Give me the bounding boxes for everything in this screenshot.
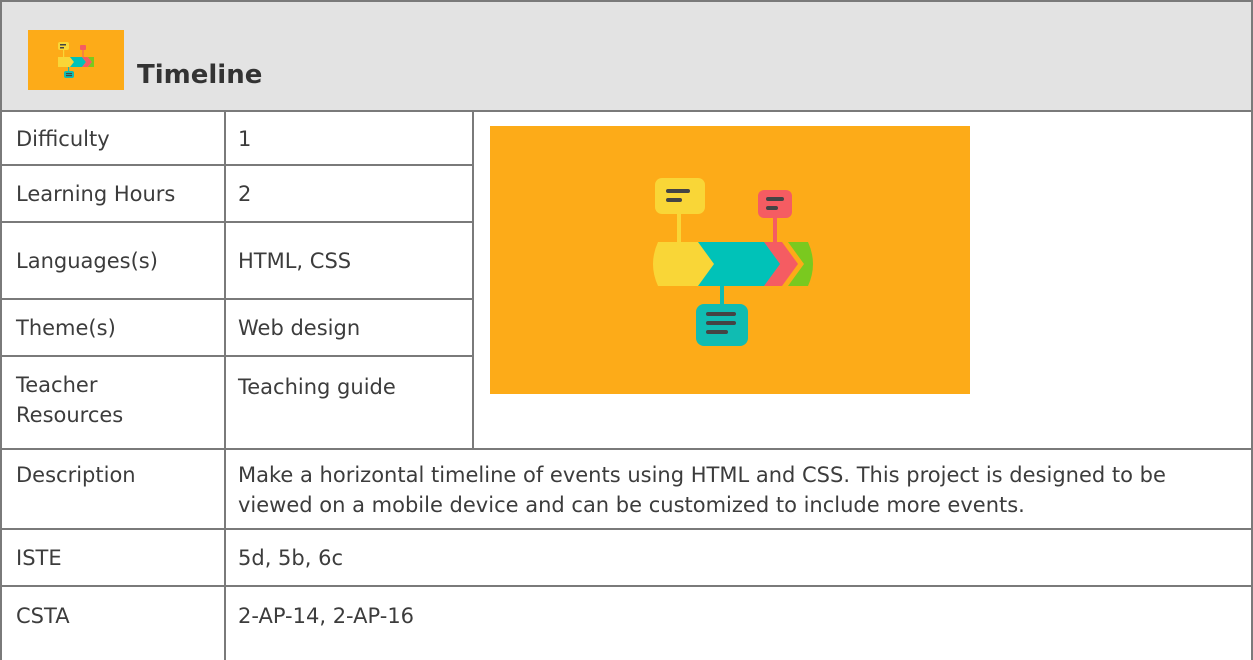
row-label-description: Description [16,463,136,487]
row-value-languages: HTML, CSS [238,248,352,273]
timeline-project-icon [28,30,124,90]
row-divider [2,355,474,357]
row-value-themes: Web design [238,315,361,340]
row-label-csta: CSTA [16,604,70,628]
row-label-teacher-resources: Teacher Resources [16,373,124,427]
row-value-difficulty: 1 [238,127,252,151]
column-divider-2 [472,112,474,448]
row-value-learning-hours: 2 [238,181,252,206]
row-divider [2,448,1251,450]
project-card: Timeline Difficulty 1 Learning Hours 2 L… [0,0,1253,660]
row-value-teacher-resources: Teaching guide [238,375,396,399]
row-label-languages: Languages(s) [16,248,158,273]
row-label-learning-hours: Learning Hours [16,181,176,206]
page-title: Timeline [137,60,263,90]
timeline-illustration [490,126,970,394]
row-value-csta: 2-AP-14, 2-AP-16 [238,604,415,628]
row-label-difficulty: Difficulty [16,127,110,151]
row-value-iste: 5d, 5b, 6c [238,545,343,570]
card-header: Timeline [2,0,1251,112]
row-label-iste: ISTE [16,545,62,570]
row-value-description: Make a horizontal timeline of events usi… [238,463,1166,517]
row-label-themes: Theme(s) [16,315,116,340]
